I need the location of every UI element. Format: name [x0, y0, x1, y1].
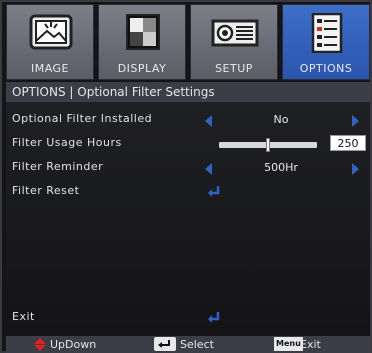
arrow-right-icon[interactable] [352, 115, 359, 127]
breadcrumb: OPTIONS | Optional Filter Settings [6, 82, 370, 102]
setup-icon [211, 19, 259, 47]
filter-reminder-row[interactable]: Filter Reminder 500Hr [6, 157, 370, 179]
footer-hint-bar: UpDown Select Menu Exit [6, 336, 370, 353]
menu-key-icon: Menu [274, 337, 303, 351]
tab-label: DISPLAY [117, 62, 167, 75]
enter-key-icon [154, 337, 176, 351]
display-icon [126, 14, 160, 50]
row-label: Filter Usage Hours [12, 136, 122, 149]
row-label: Filter Reminder [12, 160, 104, 173]
filter-usage-slider[interactable] [219, 138, 317, 152]
arrow-left-icon[interactable] [205, 115, 212, 127]
tab-bar: IMAGE DISPLAY SETUP OPTIONS [6, 4, 370, 80]
osd-menu: IMAGE DISPLAY SETUP OPTIONS OPTIONS | Op… [0, 0, 372, 353]
enter-icon[interactable] [207, 185, 221, 199]
exit-row[interactable]: Exit [6, 307, 370, 329]
tab-label: OPTIONS [299, 62, 353, 75]
tab-label: SETUP [215, 62, 253, 75]
row-label: Filter Reset [12, 184, 80, 197]
updown-hint: UpDown [50, 338, 97, 351]
optional-filter-installed-row[interactable]: Optional Filter Installed No [6, 109, 370, 131]
options-icon [311, 13, 343, 53]
tab-display[interactable]: DISPLAY [98, 4, 186, 80]
row-label: Optional Filter Installed [12, 112, 153, 125]
slider-knob[interactable] [266, 138, 270, 152]
filter-reset-row[interactable]: Filter Reset [6, 181, 370, 203]
select-hint: Select [180, 338, 214, 351]
filter-usage-value: 250 [330, 135, 366, 151]
arrow-left-icon[interactable] [205, 163, 212, 175]
filter-reminder-value: 500Hr [264, 161, 298, 174]
tab-label: IMAGE [30, 62, 70, 75]
enter-icon[interactable] [207, 311, 221, 325]
arrow-right-icon[interactable] [352, 163, 359, 175]
row-label: Exit [12, 310, 35, 323]
settings-panel: Optional Filter Installed No Filter Usag… [6, 102, 370, 336]
tab-image[interactable]: IMAGE [6, 4, 94, 80]
image-icon [29, 14, 73, 50]
tab-options[interactable]: OPTIONS [282, 4, 370, 80]
filter-installed-value: No [273, 113, 289, 126]
tab-setup[interactable]: SETUP [190, 4, 278, 80]
filter-usage-hours-row[interactable]: Filter Usage Hours 250 [6, 133, 370, 155]
updown-icon [34, 338, 46, 351]
exit-hint: Exit [300, 338, 321, 351]
